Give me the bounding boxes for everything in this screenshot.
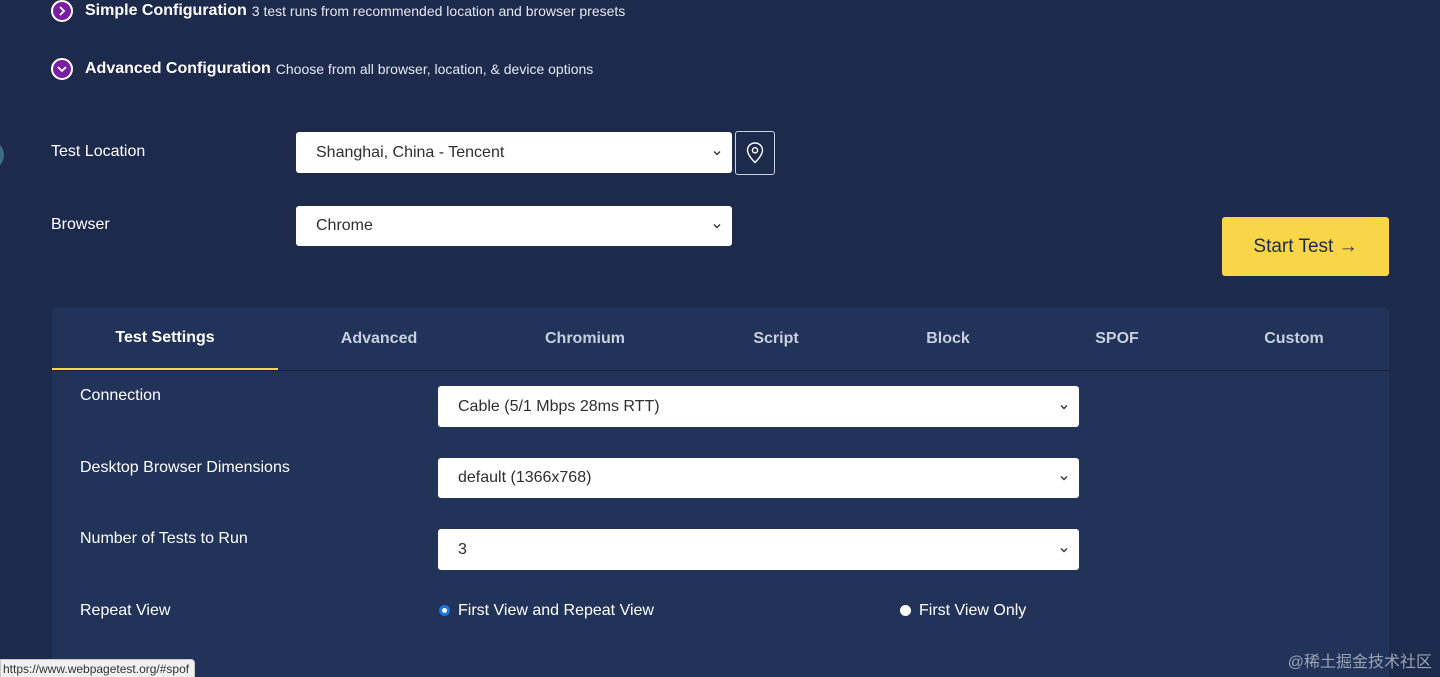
chevron-down-icon [51, 58, 73, 80]
watermark: @稀土掘金技术社区 [1287, 654, 1432, 671]
dimensions-select[interactable]: default (1366x768) [438, 458, 1079, 498]
num-tests-value: 3 [458, 540, 467, 558]
first-view-only-label[interactable]: First View Only [919, 602, 1026, 620]
tab-chromium[interactable]: Chromium [480, 307, 690, 370]
tab-script[interactable]: Script [690, 307, 862, 370]
chevron-down-icon [1060, 547, 1068, 552]
tab-advanced[interactable]: Advanced [278, 307, 480, 370]
browser-value: Chrome [316, 217, 373, 234]
page: Simple Configuration 3 test runs from re… [0, 0, 1440, 677]
chevron-right-icon [51, 0, 73, 22]
connection-value: Cable (5/1 Mbps 28ms RTT) [458, 397, 660, 415]
edge-element [0, 140, 4, 170]
first-view-only-radio[interactable] [900, 605, 911, 616]
test-location-value: Shanghai, China - Tencent [316, 143, 505, 161]
simple-configuration-desc: 3 test runs from recommended location an… [251, 3, 626, 19]
chevron-down-icon [713, 150, 721, 155]
settings-tabs: Test Settings Advanced Chromium Script B… [52, 307, 1389, 371]
simple-configuration-option[interactable]: Simple Configuration 3 test runs from re… [51, 0, 625, 24]
browser-select[interactable]: Chrome [296, 206, 732, 246]
chevron-down-icon [1060, 476, 1068, 481]
tab-spof[interactable]: SPOF [1034, 307, 1200, 370]
dimensions-value: default (1366x768) [458, 469, 592, 486]
advanced-configuration-title: Advanced Configuration [85, 60, 271, 77]
advanced-configuration-option[interactable]: Advanced Configuration Choose from all b… [51, 56, 593, 82]
simple-configuration-title: Simple Configuration [85, 2, 247, 19]
test-location-select[interactable]: Shanghai, China - Tencent [296, 132, 732, 173]
settings-panel: Test Settings Advanced Chromium Script B… [52, 307, 1389, 677]
status-bar-url: https://www.webpagetest.org/#spof [0, 659, 196, 677]
chevron-down-icon [1060, 404, 1068, 409]
tab-test-settings[interactable]: Test Settings [52, 307, 278, 370]
test-location-label: Test Location [51, 143, 146, 160]
advanced-configuration-desc: Choose from all browser, location, & dev… [275, 61, 594, 77]
location-map-button[interactable] [735, 131, 775, 175]
connection-select[interactable]: Cable (5/1 Mbps 28ms RTT) [438, 386, 1079, 427]
browser-label: Browser [51, 216, 110, 233]
map-pin-icon [746, 142, 764, 164]
start-test-button[interactable]: Start Test → [1222, 217, 1389, 276]
connection-label: Connection [80, 387, 161, 404]
dimensions-label: Desktop Browser Dimensions [80, 459, 290, 476]
tab-custom[interactable]: Custom [1200, 307, 1388, 370]
first-and-repeat-view-label[interactable]: First View and Repeat View [458, 602, 654, 620]
repeat-view-label: Repeat View [80, 602, 171, 619]
first-and-repeat-view-radio[interactable] [439, 605, 450, 616]
num-tests-select[interactable]: 3 [438, 529, 1079, 570]
tab-block[interactable]: Block [862, 307, 1034, 370]
num-tests-label: Number of Tests to Run [80, 530, 248, 547]
chevron-down-icon [713, 224, 721, 229]
